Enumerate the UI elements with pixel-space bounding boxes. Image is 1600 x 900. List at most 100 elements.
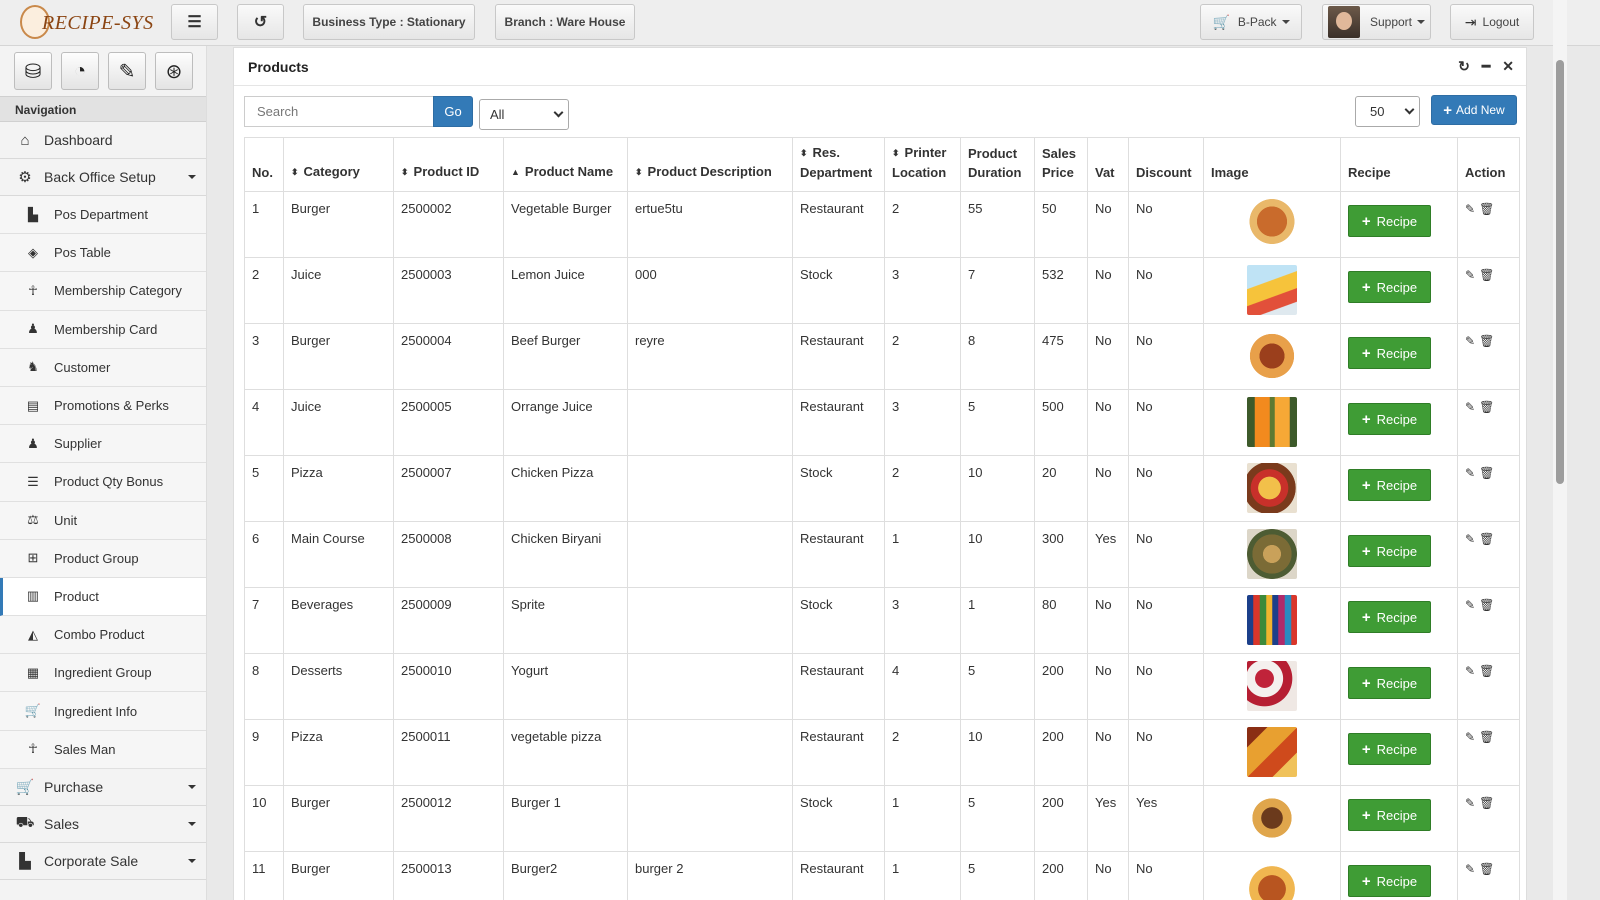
edit-icon[interactable]: ✎	[1465, 532, 1479, 546]
col-printer-location[interactable]: ⬍ Printer Location	[884, 137, 961, 192]
recipe-button[interactable]: + Recipe	[1348, 667, 1431, 699]
recipe-button[interactable]: + Recipe	[1348, 601, 1431, 633]
cell-category: Burger	[283, 191, 394, 258]
sidebar-item-sales[interactable]: ⛟ Sales	[0, 805, 206, 843]
product-image[interactable]	[1247, 727, 1297, 777]
trash-icon[interactable]: 🗑	[1479, 268, 1498, 282]
col-product-description[interactable]: ⬍ Product Description	[627, 137, 793, 192]
app-logo[interactable]: RECIPE-SYS	[20, 3, 160, 41]
product-image[interactable]	[1247, 331, 1297, 381]
recipe-button[interactable]: + Recipe	[1348, 337, 1431, 369]
edit-icon[interactable]: ✎	[1465, 796, 1479, 810]
col-product-name[interactable]: ▲ Product Name	[503, 137, 628, 192]
minimize-icon[interactable]: ━	[1482, 58, 1490, 75]
trash-icon[interactable]: 🗑	[1479, 862, 1498, 876]
page-size-select[interactable]: 50	[1355, 96, 1420, 127]
sidebar-item-back-office-setup[interactable]: ⚙ Back Office Setup	[0, 159, 206, 196]
trash-icon[interactable]: 🗑	[1479, 532, 1498, 546]
filter-select[interactable]: All	[479, 99, 569, 130]
refresh-icon[interactable]: ↻	[1458, 58, 1470, 75]
recipe-button[interactable]: + Recipe	[1348, 535, 1431, 567]
database-icon[interactable]: ⛁	[14, 52, 52, 90]
edit-icon[interactable]: ✎	[1465, 400, 1479, 414]
sidebar-item-membership-card[interactable]: ♟ Membership Card	[0, 310, 206, 349]
search-input[interactable]	[244, 96, 434, 127]
edit-icon[interactable]: ✎	[1465, 664, 1479, 678]
pie-chart-icon[interactable]: ◔	[61, 52, 99, 90]
edit-icon[interactable]: ✎	[1465, 862, 1479, 876]
sidebar-item-supplier[interactable]: ♟ Supplier	[0, 425, 206, 464]
sidebar-item-unit[interactable]: ⚖ Unit	[0, 501, 206, 540]
sidebar-item-pos-department[interactable]: ▙ Pos Department	[0, 196, 206, 235]
recipe-button[interactable]: + Recipe	[1348, 271, 1431, 303]
trash-icon[interactable]: 🗑	[1479, 796, 1498, 810]
col-product-id[interactable]: ⬍ Product ID	[393, 137, 504, 192]
recipe-button[interactable]: + Recipe	[1348, 733, 1431, 765]
sidebar-item-ingredient-group[interactable]: ▦ Ingredient Group	[0, 654, 206, 693]
sidebar-item-product-qty-bonus[interactable]: ☰ Product Qty Bonus	[0, 463, 206, 502]
page-scrollbar[interactable]	[1553, 0, 1567, 900]
tag-icon: ◈	[28, 244, 38, 260]
cell-image	[1203, 653, 1341, 720]
sidebar-item-purchase[interactable]: 🛒 Purchase	[0, 768, 206, 806]
product-image[interactable]	[1247, 859, 1297, 900]
history-button[interactable]: ↺	[237, 4, 284, 40]
product-image[interactable]	[1247, 199, 1297, 249]
recipe-button[interactable]: + Recipe	[1348, 403, 1431, 435]
add-new-button[interactable]: + Add New	[1431, 95, 1517, 125]
edit-icon[interactable]: ✎	[1465, 334, 1479, 348]
col-category[interactable]: ⬍ Category	[283, 137, 394, 192]
product-image[interactable]	[1247, 793, 1297, 843]
cell-product-name: Lemon Juice	[503, 257, 628, 324]
sidebar-item-label: Product Qty Bonus	[54, 474, 164, 490]
sidebar-item-dashboard[interactable]: ⌂ Dashboard	[0, 122, 206, 159]
product-image[interactable]	[1247, 529, 1297, 579]
sidebar-item-promotions-perks[interactable]: ▤ Promotions & Perks	[0, 386, 206, 426]
trash-icon[interactable]: 🗑	[1479, 664, 1498, 678]
recipe-button[interactable]: + Recipe	[1348, 865, 1431, 897]
product-image[interactable]	[1247, 265, 1297, 315]
sidebar-item-membership-category[interactable]: ☥ Membership Category	[0, 272, 206, 311]
lifebuoy-icon[interactable]: ⊛	[155, 52, 193, 90]
edit-icon[interactable]: ✎	[1465, 598, 1479, 612]
pencil-icon[interactable]: ✎	[108, 52, 146, 90]
cart-icon: 🛒	[15, 778, 35, 796]
product-image[interactable]	[1247, 397, 1297, 447]
cell-recipe: + Recipe	[1340, 191, 1458, 258]
trash-icon[interactable]: 🗑	[1479, 598, 1498, 612]
logout-button[interactable]: ⇥ Logout	[1450, 4, 1534, 40]
sidebar-item-corporate-sale[interactable]: ▙ Corporate Sale	[0, 842, 206, 880]
product-image[interactable]	[1247, 463, 1297, 513]
cell-no: 10	[244, 785, 284, 852]
sidebar-item-combo-product[interactable]: ◭ Combo Product	[0, 616, 206, 655]
recipe-button[interactable]: + Recipe	[1348, 469, 1431, 501]
edit-icon[interactable]: ✎	[1465, 730, 1479, 744]
sidebar-item-ingredient-info[interactable]: 🛒 Ingredient Info	[0, 692, 206, 731]
sidebar-item-sales-man[interactable]: ☥ Sales Man	[0, 730, 206, 769]
sidebar-item-product[interactable]: ▥ Product	[0, 577, 206, 617]
support-dropdown[interactable]: Support	[1322, 4, 1431, 40]
sidebar-item-product-group[interactable]: ⊞ Product Group	[0, 539, 206, 578]
scrollbar-thumb[interactable]	[1556, 60, 1564, 484]
go-button[interactable]: Go	[433, 96, 473, 127]
sidebar-item-pos-table[interactable]: ◈ Pos Table	[0, 234, 206, 273]
recipe-button[interactable]: + Recipe	[1348, 799, 1431, 831]
branch-button[interactable]: Branch : Ware House	[495, 4, 635, 40]
recipe-button[interactable]: + Recipe	[1348, 205, 1431, 237]
sidebar-item-customer[interactable]: ♞ Customer	[0, 348, 206, 387]
business-type-button[interactable]: Business Type : Stationary	[303, 4, 475, 40]
trash-icon[interactable]: 🗑	[1479, 334, 1498, 348]
edit-icon[interactable]: ✎	[1465, 202, 1479, 216]
cart-dropdown[interactable]: 🛒 B-Pack	[1200, 4, 1302, 40]
trash-icon[interactable]: 🗑	[1479, 400, 1498, 414]
col-res-department[interactable]: ⬍ Res. Department	[792, 137, 885, 192]
trash-icon[interactable]: 🗑	[1479, 202, 1498, 216]
edit-icon[interactable]: ✎	[1465, 268, 1479, 282]
menu-toggle-button[interactable]: ☰	[171, 4, 218, 40]
trash-icon[interactable]: 🗑	[1479, 466, 1498, 480]
product-image[interactable]	[1247, 661, 1297, 711]
close-icon[interactable]: ✕	[1502, 58, 1514, 75]
trash-icon[interactable]: 🗑	[1479, 730, 1498, 744]
edit-icon[interactable]: ✎	[1465, 466, 1479, 480]
product-image[interactable]	[1247, 595, 1297, 645]
